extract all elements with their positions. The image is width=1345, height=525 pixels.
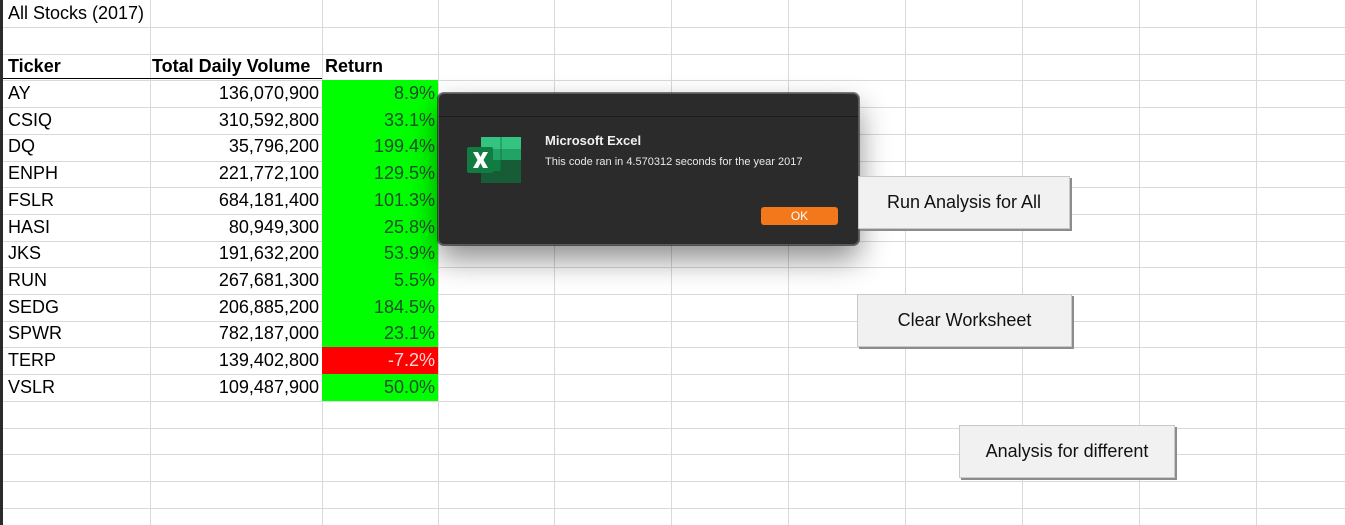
sheet-title[interactable]: All Stocks (2017)	[3, 0, 303, 26]
ticker-cell[interactable]: HASI	[3, 214, 150, 241]
header-total-daily-volume[interactable]: Total Daily Volume	[147, 53, 322, 79]
clear-worksheet-button[interactable]: Clear Worksheet	[857, 294, 1072, 347]
return-cell[interactable]: 101.3%	[322, 187, 438, 214]
return-cell[interactable]: 50.0%	[322, 374, 438, 401]
volume-cell[interactable]: 221,772,100	[150, 160, 322, 187]
return-cell[interactable]: 25.8%	[322, 214, 438, 241]
volume-cell[interactable]: 206,885,200	[150, 294, 322, 321]
ticker-cell[interactable]: SPWR	[3, 320, 150, 347]
volume-cell[interactable]: 136,070,900	[150, 80, 322, 107]
volume-cell[interactable]: 782,187,000	[150, 320, 322, 347]
dialog-titlebar[interactable]	[439, 94, 858, 117]
ticker-cell[interactable]: ENPH	[3, 160, 150, 187]
ticker-cell[interactable]: JKS	[3, 240, 150, 267]
ticker-cell[interactable]: RUN	[3, 267, 150, 294]
return-cell[interactable]: -7.2%	[322, 347, 438, 374]
header-ticker[interactable]: Ticker	[3, 53, 150, 79]
volume-cell[interactable]: 80,949,300	[150, 214, 322, 241]
volume-cell[interactable]: 109,487,900	[150, 374, 322, 401]
header-underline	[3, 78, 322, 79]
ticker-cell[interactable]: AY	[3, 80, 150, 107]
volume-cell[interactable]: 139,402,800	[150, 347, 322, 374]
ticker-cell[interactable]: FSLR	[3, 187, 150, 214]
ticker-cell[interactable]: TERP	[3, 347, 150, 374]
header-return[interactable]: Return	[320, 53, 437, 79]
dialog-title: Microsoft Excel	[545, 133, 642, 148]
ticker-cell[interactable]: DQ	[3, 133, 150, 160]
analysis-for-different-button[interactable]: Analysis for different	[959, 425, 1175, 478]
return-cell[interactable]: 5.5%	[322, 267, 438, 294]
return-cell[interactable]: 8.9%	[322, 80, 438, 107]
volume-cell[interactable]: 191,632,200	[150, 240, 322, 267]
return-cell[interactable]: 33.1%	[322, 107, 438, 134]
excel-message-dialog: Microsoft Excel This code ran in 4.57031…	[438, 93, 859, 245]
ticker-cell[interactable]: SEDG	[3, 294, 150, 321]
volume-cell[interactable]: 267,681,300	[150, 267, 322, 294]
volume-cell[interactable]: 35,796,200	[150, 133, 322, 160]
return-cell[interactable]: 199.4%	[322, 133, 438, 160]
return-cell[interactable]: 23.1%	[322, 320, 438, 347]
ticker-cell[interactable]: CSIQ	[3, 107, 150, 134]
ticker-cell[interactable]: VSLR	[3, 374, 150, 401]
dialog-message: This code ran in 4.570312 seconds for th…	[545, 156, 803, 168]
return-cell[interactable]: 184.5%	[322, 294, 438, 321]
volume-cell[interactable]: 684,181,400	[150, 187, 322, 214]
return-cell[interactable]: 129.5%	[322, 160, 438, 187]
run-analysis-for-all-button[interactable]: Run Analysis for All	[858, 176, 1070, 229]
volume-cell[interactable]: 310,592,800	[150, 107, 322, 134]
excel-icon	[467, 137, 521, 183]
ok-button[interactable]: OK	[761, 207, 838, 225]
return-cell[interactable]: 53.9%	[322, 240, 438, 267]
